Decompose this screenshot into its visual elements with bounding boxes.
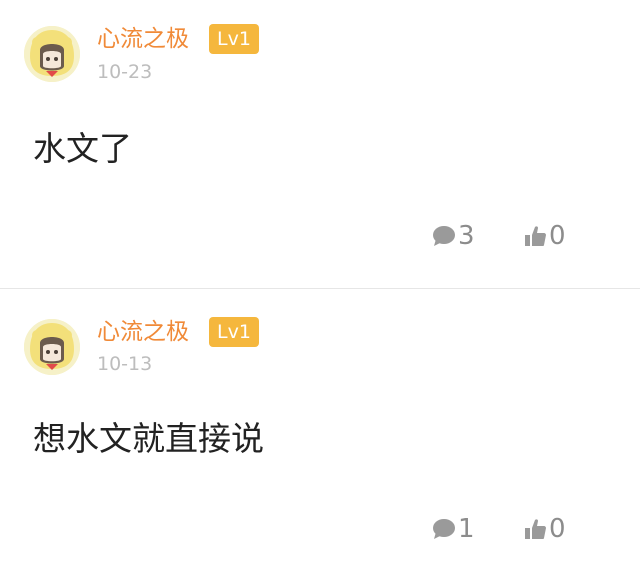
like-button[interactable]: 0 (523, 216, 566, 256)
post-time: 10-13 (97, 353, 153, 375)
post-content[interactable]: 想水文就直接说 (33, 417, 264, 461)
comment-bubble-icon (432, 225, 456, 247)
avatar[interactable] (24, 26, 80, 82)
thumbs-up-icon (523, 224, 547, 248)
like-count: 0 (549, 221, 566, 251)
comment-count: 1 (458, 514, 475, 544)
comment-count: 3 (458, 221, 475, 251)
post-item: 心流之极 Lv1 10-23 水文了 3 0 (0, 0, 640, 289)
like-button[interactable]: 0 (523, 509, 566, 549)
username[interactable]: 心流之极 (97, 24, 189, 54)
comment-bubble-icon (432, 518, 456, 540)
avatar-image (24, 319, 80, 375)
comment-feed: 心流之极 Lv1 10-23 水文了 3 0 心流之极 Lv1 10-13 想水… (0, 0, 640, 576)
post-content[interactable]: 水文了 (33, 127, 132, 171)
comment-button[interactable]: 3 (432, 216, 475, 256)
thumbs-up-icon (523, 517, 547, 541)
post-item: 心流之极 Lv1 10-13 想水文就直接说 1 0 (0, 289, 640, 576)
avatar[interactable] (24, 319, 80, 375)
level-badge: Lv1 (209, 317, 259, 347)
like-count: 0 (549, 514, 566, 544)
avatar-image (24, 26, 80, 82)
post-time: 10-23 (97, 61, 153, 83)
comment-button[interactable]: 1 (432, 509, 475, 549)
level-badge: Lv1 (209, 24, 259, 54)
username[interactable]: 心流之极 (97, 317, 189, 347)
